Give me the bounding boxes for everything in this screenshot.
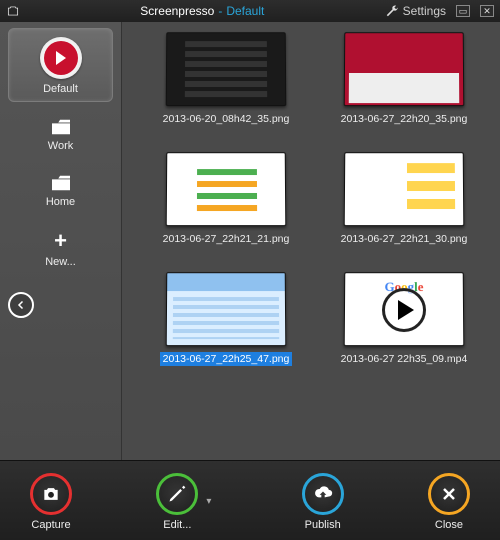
workspace-sidebar: Default Work Home + New... — [0, 22, 122, 460]
thumbnail-item[interactable]: 2013-06-27_22h21_30.png — [325, 152, 483, 246]
thumbnail-preview — [344, 32, 465, 106]
publish-button[interactable]: Publish — [302, 473, 344, 531]
wrench-icon — [385, 4, 399, 18]
bottom-toolbar: Capture Edit... ▾ Publish Close — [0, 460, 500, 540]
collapse-sidebar-button[interactable] — [8, 292, 34, 318]
plus-icon: + — [54, 230, 67, 252]
cloud-upload-icon — [302, 473, 344, 515]
sidebar-item-default[interactable]: Default — [8, 28, 113, 102]
thumbnail-preview — [166, 152, 287, 226]
title-separator: - — [218, 4, 222, 18]
edit-dropdown-caret[interactable]: ▾ — [200, 496, 217, 507]
thumbnail-preview — [344, 152, 465, 226]
thumbnail-item[interactable]: 2013-06-27_22h20_35.png — [325, 32, 483, 126]
edit-icon — [156, 473, 198, 515]
settings-label: Settings — [403, 4, 446, 18]
settings-button[interactable]: Settings — [385, 4, 446, 18]
sidebar-item-new[interactable]: + New... — [8, 222, 113, 274]
close-icon — [428, 473, 470, 515]
sidebar-item-label: Work — [48, 140, 73, 152]
thumbnail-filename: 2013-06-27 22h35_09.mp4 — [338, 352, 471, 366]
thumbnail-item[interactable]: Google 2013-06-27 22h35_09.mp4 — [325, 272, 483, 366]
close-window-button[interactable]: ✕ — [480, 5, 494, 17]
thumbnail-filename: 2013-06-27_22h20_35.png — [338, 112, 471, 126]
play-icon — [382, 289, 426, 333]
default-workspace-icon — [40, 37, 82, 79]
sidebar-item-work[interactable]: Work — [8, 110, 113, 158]
thumbnail-item[interactable]: 2013-06-20_08h42_35.png — [147, 32, 305, 126]
folder-icon — [50, 118, 72, 136]
thumbnail-preview — [166, 32, 287, 106]
thumbnail-filename: 2013-06-27_22h21_21.png — [160, 232, 293, 246]
thumbnail-filename: 2013-06-27_22h25_47.png — [160, 352, 293, 366]
titlebar: Screenpresso - Default Settings ▭ ✕ — [0, 0, 500, 22]
camera-icon — [30, 473, 72, 515]
minimize-button[interactable]: ▭ — [456, 5, 470, 17]
sidebar-item-home[interactable]: Home — [8, 166, 113, 214]
app-name-label: Screenpresso — [140, 4, 214, 18]
sidebar-item-label: Home — [46, 196, 75, 208]
thumbnail-item[interactable]: 2013-06-27_22h25_47.png — [147, 272, 305, 366]
thumbnail-preview — [166, 272, 287, 346]
edit-button[interactable]: Edit... — [156, 473, 198, 531]
close-button[interactable]: Close — [428, 473, 470, 531]
window-title: Screenpresso - Default — [140, 4, 264, 18]
thumbnail-filename: 2013-06-20_08h42_35.png — [160, 112, 293, 126]
sidebar-item-label: New... — [45, 256, 76, 268]
app-icon — [6, 4, 20, 18]
thumbnail-gallery[interactable]: 2013-06-20_08h42_35.png 2013-06-27_22h20… — [122, 22, 500, 460]
capture-label: Capture — [31, 519, 70, 531]
publish-label: Publish — [305, 519, 341, 531]
folder-icon — [50, 174, 72, 192]
workspace-name-label: Default — [226, 4, 264, 18]
thumbnail-preview: Google — [344, 272, 465, 346]
thumbnail-filename: 2013-06-27_22h21_30.png — [338, 232, 471, 246]
main-area: Default Work Home + New... 2013-06 — [0, 22, 500, 460]
sidebar-item-label: Default — [43, 83, 78, 95]
thumbnail-item[interactable]: 2013-06-27_22h21_21.png — [147, 152, 305, 246]
close-label: Close — [435, 519, 463, 531]
edit-label: Edit... — [163, 519, 191, 531]
capture-button[interactable]: Capture — [30, 473, 72, 531]
